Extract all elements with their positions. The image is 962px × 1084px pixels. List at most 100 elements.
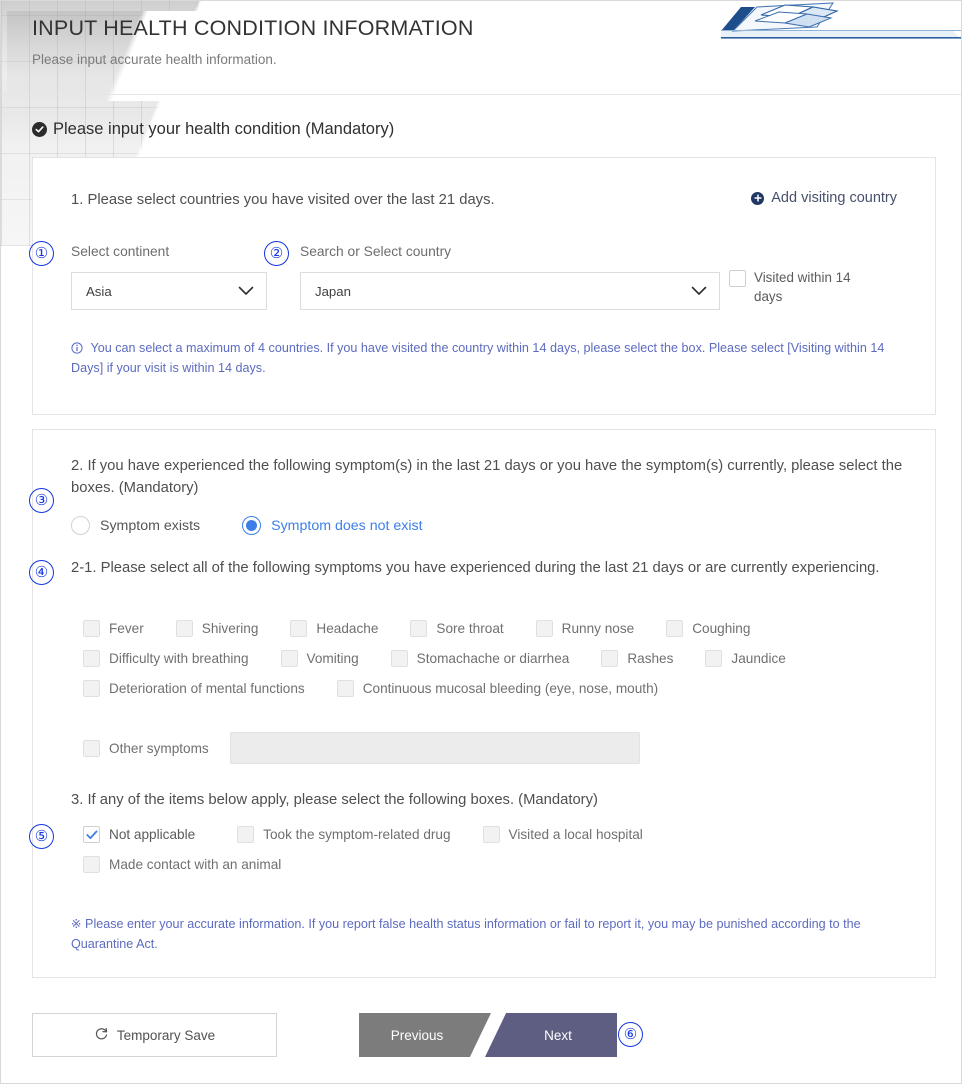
other-symptoms-row: Other symptoms (83, 732, 640, 764)
radio-symptom-does-not-exist-label: Symptom does not exist (271, 517, 423, 534)
page-title: INPUT HEALTH CONDITION INFORMATION (32, 16, 474, 40)
checkbox-label: Rashes (627, 651, 674, 666)
checkbox-fever[interactable]: Fever (83, 620, 144, 637)
checkbox-took-symptom-related-drug[interactable]: Took the symptom-related drug (237, 826, 451, 843)
radio-symptom-does-not-exist[interactable]: Symptom does not exist (242, 516, 423, 535)
page-subtitle: Please input accurate health information… (32, 51, 277, 67)
add-visiting-country-button[interactable]: Add visiting country (751, 190, 897, 206)
radio-symptom-exists-label: Symptom exists (100, 517, 201, 534)
radio-symptom-exists[interactable]: Symptom exists (71, 516, 200, 535)
checkbox-label: Headache (316, 621, 379, 636)
checkbox-box (175, 620, 193, 637)
check-circle-icon (32, 122, 47, 137)
checkbox-box (535, 620, 553, 637)
next-button[interactable]: Next (485, 1013, 617, 1057)
radio-circle-icon (71, 516, 90, 535)
section-heading: Please input your health condition (Mand… (32, 120, 394, 139)
checkbox-jaundice[interactable]: Jaundice (705, 650, 786, 667)
radio-circle-selected-icon (242, 516, 262, 535)
previous-label: Previous (390, 1027, 444, 1043)
visited-countries-panel: 1. Please select countries you have visi… (32, 157, 936, 415)
annotation-marker-6: ⑥ (618, 1022, 643, 1047)
temporary-save-button[interactable]: Temporary Save (32, 1013, 277, 1057)
question-1-text: 1. Please select countries you have visi… (71, 192, 495, 208)
page-root: INPUT HEALTH CONDITION INFORMATION Pleas… (0, 0, 962, 1084)
checkbox-label: Difficulty with breathing (109, 651, 249, 666)
checkbox-box (83, 650, 100, 667)
checkbox-label: Shivering (201, 621, 259, 636)
applicable-items-checkbox-grid: Not applicable Took the symptom-related … (83, 826, 911, 886)
question-2-1-text: 2-1. Please select all of the following … (71, 560, 880, 576)
header-divider (1, 94, 961, 95)
checkbox-label: Continuous mucosal bleeding (eye, nose, … (362, 681, 659, 696)
section-heading-label: Please input your health condition (Mand… (53, 120, 395, 138)
question-2-text: 2. If you have experienced the following… (71, 458, 903, 496)
checkbox-deterioration-of-mental-functions[interactable]: Deterioration of mental functions (83, 680, 305, 697)
checkbox-headache[interactable]: Headache (290, 620, 378, 637)
checkbox-made-contact-with-animal[interactable]: Made contact with an animal (83, 856, 281, 873)
checkbox-box (482, 826, 500, 843)
applicable-row: Not applicable Took the symptom-related … (83, 826, 911, 843)
checkbox-shivering[interactable]: Shivering (175, 620, 259, 637)
previous-button[interactable]: Previous (359, 1013, 491, 1057)
checkbox-label: Runny nose (561, 621, 635, 636)
section-1-note: You can select a maximum of 4 countries.… (71, 338, 909, 379)
checkbox-rashes[interactable]: Rashes (601, 650, 673, 667)
checkbox-label: Fever (109, 621, 144, 636)
checkbox-label: Other symptoms (109, 740, 209, 756)
country-select[interactable]: Japan (300, 272, 720, 310)
checkbox-box (729, 270, 746, 287)
checkbox-label: Sore throat (436, 621, 504, 636)
navigation-buttons: Previous Next (359, 1013, 617, 1057)
checkbox-coughing[interactable]: Coughing (666, 620, 750, 637)
checkbox-label: Deterioration of mental functions (109, 681, 305, 696)
checkbox-difficulty-with-breathing[interactable]: Difficulty with breathing (83, 650, 249, 667)
info-icon (71, 341, 87, 355)
country-select-value: Japan (315, 283, 351, 299)
checkbox-box (83, 620, 100, 637)
checkbox-sore-throat[interactable]: Sore throat (410, 620, 504, 637)
checkbox-label: Not applicable (109, 827, 196, 842)
other-symptoms-input[interactable] (229, 732, 640, 764)
checkbox-stomachache-or-diarrhea[interactable]: Stomachache or diarrhea (390, 650, 569, 667)
checkbox-label: Took the symptom-related drug (263, 827, 451, 842)
checkbox-continuous-mucosal-bleeding[interactable]: Continuous mucosal bleeding (eye, nose, … (336, 680, 659, 697)
symptom-exists-radio-group: Symptom exists Symptom does not exist (71, 516, 423, 535)
page-header: INPUT HEALTH CONDITION INFORMATION Pleas… (32, 15, 961, 67)
checkbox-box (390, 650, 408, 667)
add-visiting-country-label: Add visiting country (771, 190, 897, 206)
checkbox-label: Coughing (692, 621, 751, 636)
temporary-save-label: Temporary Save (116, 1027, 216, 1043)
checkbox-other-symptoms[interactable]: Other symptoms (83, 739, 209, 757)
symptom-row: Fever Shivering Headache Sore throat Run… (83, 620, 911, 637)
checkbox-visited-local-hospital[interactable]: Visited a local hospital (482, 826, 643, 843)
checkbox-label: Visited a local hospital (508, 827, 643, 842)
question-3-text: 3. If any of the items below apply, plea… (71, 792, 598, 808)
symptoms-panel: 2. If you have experienced the following… (32, 429, 936, 978)
country-field-label: Search or Select country (300, 244, 452, 259)
checkbox-box (336, 680, 354, 697)
checkbox-vomiting[interactable]: Vomiting (280, 650, 359, 667)
checkbox-box (83, 680, 100, 697)
checkbox-label: Jaundice (731, 651, 786, 666)
chevron-down-icon (691, 284, 707, 299)
checkbox-box (666, 620, 684, 637)
next-label: Next (544, 1027, 572, 1043)
checkbox-not-applicable[interactable]: Not applicable (83, 826, 195, 843)
checkbox-runny-nose[interactable]: Runny nose (535, 620, 635, 637)
applicable-row: Made contact with an animal (83, 856, 911, 873)
symptoms-checkbox-grid: Fever Shivering Headache Sore throat Run… (83, 620, 911, 710)
checkbox-box (280, 650, 298, 667)
continent-select[interactable]: Asia (71, 272, 267, 310)
continent-field-label: Select continent (71, 244, 170, 259)
checkbox-box (290, 620, 308, 637)
plus-icon (751, 191, 765, 205)
visited-within-14-days-label: Visited within 14 days (754, 270, 851, 305)
symptom-row: Difficulty with breathing Vomiting Stoma… (83, 650, 911, 667)
checkbox-box (237, 826, 255, 843)
checkbox-box (705, 650, 723, 667)
checkbox-box (410, 620, 428, 637)
refresh-icon (94, 1026, 109, 1044)
section-1-note-text: You can select a maximum of 4 countries.… (71, 341, 885, 376)
visited-within-14-days-checkbox[interactable]: Visited within 14 days (729, 270, 859, 307)
